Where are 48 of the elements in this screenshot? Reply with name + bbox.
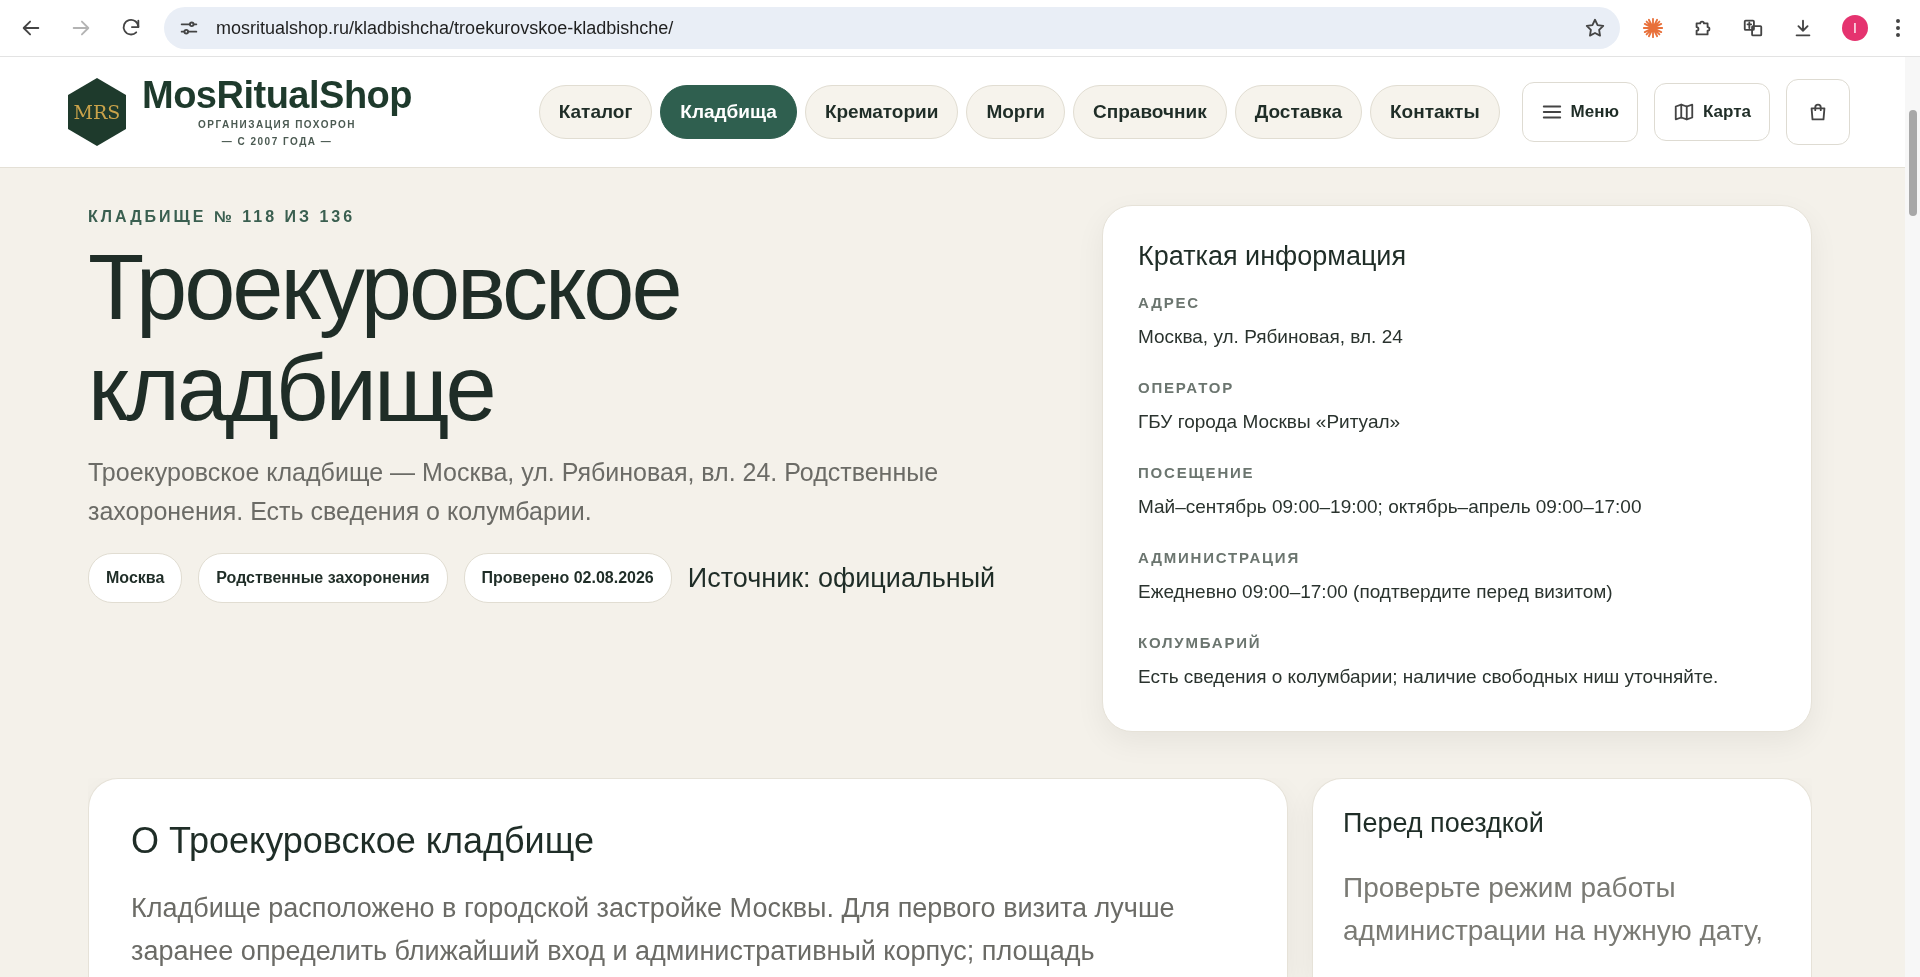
- page-title: Троекуровское кладбище: [88, 237, 681, 440]
- address-bar[interactable]: mosritualshop.ru/kladbishcha/troekurovskoe-kladbishche/: [164, 7, 1620, 49]
- map-button[interactable]: Карта: [1654, 83, 1770, 141]
- field-value: Есть сведения о колумбарии; наличие свободных ниш уточняйте.: [1138, 664, 1720, 689]
- tips-text: Проверьте режим работы администрации на нужную дату,: [1343, 870, 1764, 949]
- field-label: АДРЕС: [1138, 293, 1201, 314]
- field-label: ОПЕРАТОР: [1138, 378, 1236, 399]
- nav-tab[interactable]: Контакты: [1370, 85, 1500, 139]
- kebab-icon: [1896, 19, 1900, 37]
- nav-tab[interactable]: Каталог: [538, 85, 653, 139]
- map-icon: [1673, 101, 1695, 123]
- field-value: Ежедневно 09:00–17:00 (подтвердите перед визитом): [1138, 579, 1614, 604]
- profile-avatar: I: [1842, 15, 1868, 41]
- field-value: Москва, ул. Рябиновая, вл. 24: [1138, 324, 1404, 349]
- logo-monogram: MRS: [68, 78, 126, 146]
- lead-text: Троекуровское кладбище — Москва, ул. Рябиновая, вл. 24. Родственные захоронения. Есть сведения о колумбарии.: [88, 457, 940, 528]
- source-text: Источник: официальный: [687, 561, 996, 595]
- tag-chip: Проверено 02.08.2026: [463, 552, 672, 603]
- translate-icon: [1742, 17, 1764, 39]
- tag-chip: Родственные захоронения: [198, 552, 448, 603]
- logo-since: — С 2007 ГОДА —: [220, 135, 334, 148]
- star-icon[interactable]: [1584, 17, 1606, 39]
- section-title: Перед поездкой: [1343, 807, 1545, 840]
- field-label: АДМИНИСТРАЦИЯ: [1138, 548, 1302, 569]
- field-label: КОЛУМБАРИЙ: [1138, 633, 1263, 654]
- tag-chip: Москва: [88, 552, 183, 603]
- nav-tab[interactable]: Справочник: [1073, 85, 1227, 139]
- about-text: Кладбище расположено в городской застройке Москвы. Для первого визита лучше заранее определить ближайший вход и административный корпус; площадь: [131, 891, 1176, 968]
- logo-link[interactable]: MRS MosRitualShop ОРГАНИЗАЦИЯ ПОХОРОН — С 2007 ГОДА —: [68, 76, 413, 148]
- field-value: Май–сентябрь 09:00–19:00; октябрь–апрель 09:00–17:00: [1138, 494, 1643, 519]
- cart-button[interactable]: [1786, 79, 1850, 145]
- section-title: О Троекуровское кладбище: [131, 819, 595, 863]
- eyebrow-label: КЛАДБИЩЕ № 118 ИЗ 136: [88, 207, 357, 227]
- nav-tab[interactable]: Морги: [966, 85, 1066, 139]
- nav-tab[interactable]: Доставка: [1234, 85, 1362, 139]
- scrollbar-thumb[interactable]: [1909, 110, 1917, 216]
- scrollbar[interactable]: [1905, 57, 1920, 977]
- nav-tab[interactable]: Крематории: [804, 85, 959, 139]
- field-value: ГБУ города Москвы «Ритуал»: [1138, 409, 1402, 434]
- card-title: Краткая информация: [1138, 240, 1408, 273]
- logo-tagline: ОРГАНИЗАЦИЯ ПОХОРОН: [197, 118, 357, 131]
- profile-button[interactable]: I: [1836, 9, 1874, 47]
- nav-tab[interactable]: Кладбища: [660, 85, 797, 139]
- logo-name: MosRitualShop: [142, 76, 413, 114]
- url-text: mosritualshop.ru/kladbishcha/troekurovskoe-kladbishche/: [216, 16, 675, 40]
- menu-button[interactable]: Меню: [1521, 82, 1638, 142]
- field-label: ПОСЕЩЕНИЕ: [1138, 463, 1256, 484]
- sunburst-icon: [1642, 17, 1664, 39]
